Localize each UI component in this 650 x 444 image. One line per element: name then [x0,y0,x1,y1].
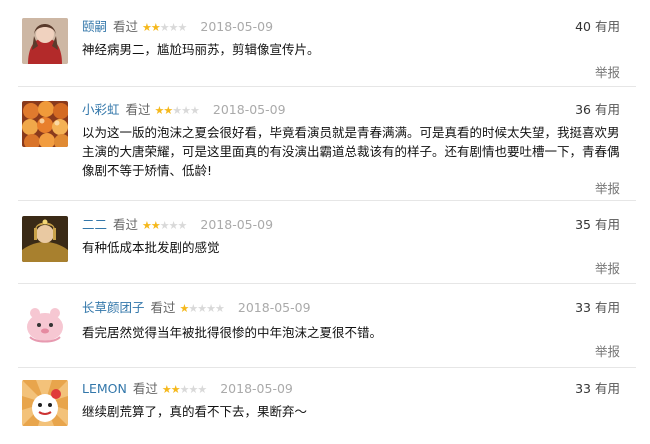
comment-meta: 长草颜团子 看过 ★★★★★ 2018-05-09 [82,299,311,317]
avatar[interactable] [22,101,68,147]
comment-text: 继续剧荒算了，真的看不下去，果断弃～ [82,404,308,419]
star-empty-icon: ★ [168,219,179,232]
comment-text: 神经病男二，尴尬玛丽苏，剪辑像宣传片。 [82,42,320,57]
star-empty-icon: ★ [159,21,170,34]
divider [18,200,636,201]
star-filled-icon: ★ [150,219,161,232]
star-empty-icon: ★ [188,302,198,315]
star-filled-icon: ★ [150,21,161,34]
avatar[interactable] [22,299,68,345]
star-empty-icon: ★ [190,104,200,117]
useful-votes: 36 有用 [575,101,620,119]
rating-stars: ★★★★★ [180,300,225,318]
report-button[interactable]: 举报 [595,258,620,277]
star-empty-icon: ★ [206,302,216,315]
useful-button[interactable]: 有用 [595,217,620,232]
useful-button[interactable]: 有用 [595,381,620,396]
star-empty-icon: ★ [159,219,170,232]
watched-status: 看过 [132,381,158,396]
watched-status: 看过 [150,300,176,315]
comment-text: 有种低成本批发剧的感觉 [82,240,220,255]
watched-status: 看过 [113,19,139,34]
username-link[interactable]: LEMON [82,381,127,396]
comment-meta: LEMON 看过 ★★★★★ 2018-05-09 [82,380,293,398]
comment-list: 颐嗣 看过 ★★★★★ 2018-05-09 40 有用 神经病男二，尴尬玛丽苏，剪辑像… [0,0,650,444]
comment-item: 二二 看过 ★★★★★ 2018-05-09 35 有用 有种低成本批发剧的感觉 举报 [0,216,650,276]
username-link[interactable]: 二二 [82,217,107,232]
watched-status: 看过 [113,217,139,232]
comment-item: LEMON 看过 ★★★★★ 2018-05-09 33 有用 继续剧荒算了，真的看不下… [0,380,650,440]
star-filled-icon: ★ [142,219,152,232]
useful-button[interactable]: 有用 [595,19,620,34]
star-filled-icon: ★ [163,104,173,117]
divider [18,367,636,368]
star-empty-icon: ★ [181,104,191,117]
divider [18,283,636,284]
avatar-cartoon-sunburst-icon [22,380,68,426]
avatar-pink-cartoon-icon [22,299,68,345]
avatar-fruit-icon [22,101,68,147]
star-empty-icon: ★ [177,21,188,34]
star-empty-icon: ★ [168,21,179,34]
star-empty-icon: ★ [172,104,182,117]
rating-stars: ★★★★★ [142,217,188,235]
star-empty-icon: ★ [215,302,225,315]
comment-meta: 二二 看过 ★★★★★ 2018-05-09 [82,216,273,234]
vote-count: 33 [575,381,591,396]
comment-date: 2018-05-09 [200,217,274,232]
star-empty-icon: ★ [177,219,188,232]
comment-date: 2018-05-09 [237,300,311,315]
star-filled-icon: ★ [142,21,152,34]
comment-item: 长草颜团子 看过 ★★★★★ 2018-05-09 33 有用 看完居然觉得当年被批得很… [0,299,650,359]
vote-count: 40 [575,19,591,34]
avatar[interactable] [22,216,68,262]
useful-votes: 40 有用 [575,18,620,36]
star-empty-icon: ★ [197,302,207,315]
vote-count: 36 [575,102,591,117]
report-button[interactable]: 举报 [595,178,620,197]
comment-date: 2018-05-09 [212,102,286,117]
comment-meta: 颐嗣 看过 ★★★★★ 2018-05-09 [82,18,273,36]
comment-item: 颐嗣 看过 ★★★★★ 2018-05-09 40 有用 神经病男二，尴尬玛丽苏，剪辑像… [0,18,650,84]
avatar-woman-portrait-icon [22,18,68,64]
star-filled-icon: ★ [170,383,181,396]
comment-item: 小彩虹 看过 ★★★★★ 2018-05-09 36 有用 以为这一版的泡沫之夏会很好看… [0,101,650,201]
divider [18,86,636,87]
rating-stars: ★★★★★ [155,102,200,120]
useful-votes: 33 有用 [575,380,620,398]
comment-date: 2018-05-09 [200,19,274,34]
useful-votes: 33 有用 [575,299,620,317]
report-button[interactable]: 举报 [595,62,620,81]
rating-stars: ★★★★★ [161,381,207,399]
rating-stars: ★★★★★ [142,19,188,37]
username-link[interactable]: 小彩虹 [82,102,120,117]
useful-button[interactable]: 有用 [595,300,620,315]
avatar-costume-figure-icon [22,216,68,262]
useful-votes: 35 有用 [575,216,620,234]
comment-meta: 小彩虹 看过 ★★★★★ 2018-05-09 [82,101,286,119]
avatar[interactable] [22,18,68,64]
watched-status: 看过 [125,102,151,117]
username-link[interactable]: 长草颜团子 [82,300,145,315]
avatar[interactable] [22,380,68,426]
useful-button[interactable]: 有用 [595,102,620,117]
star-empty-icon: ★ [197,383,207,396]
vote-count: 33 [575,300,591,315]
vote-count: 35 [575,217,591,232]
comment-text: 看完居然觉得当年被批得很惨的中年泡沫之夏很不错。 [82,325,383,340]
report-button[interactable]: 举报 [595,341,620,360]
comment-text: 以为这一版的泡沫之夏会很好看，毕竟看演员就是青春满满。可是真看的时候太失望，我挺… [82,125,620,178]
star-filled-icon: ★ [161,383,172,396]
comment-date: 2018-05-09 [220,381,293,396]
username-link[interactable]: 颐嗣 [82,19,107,34]
